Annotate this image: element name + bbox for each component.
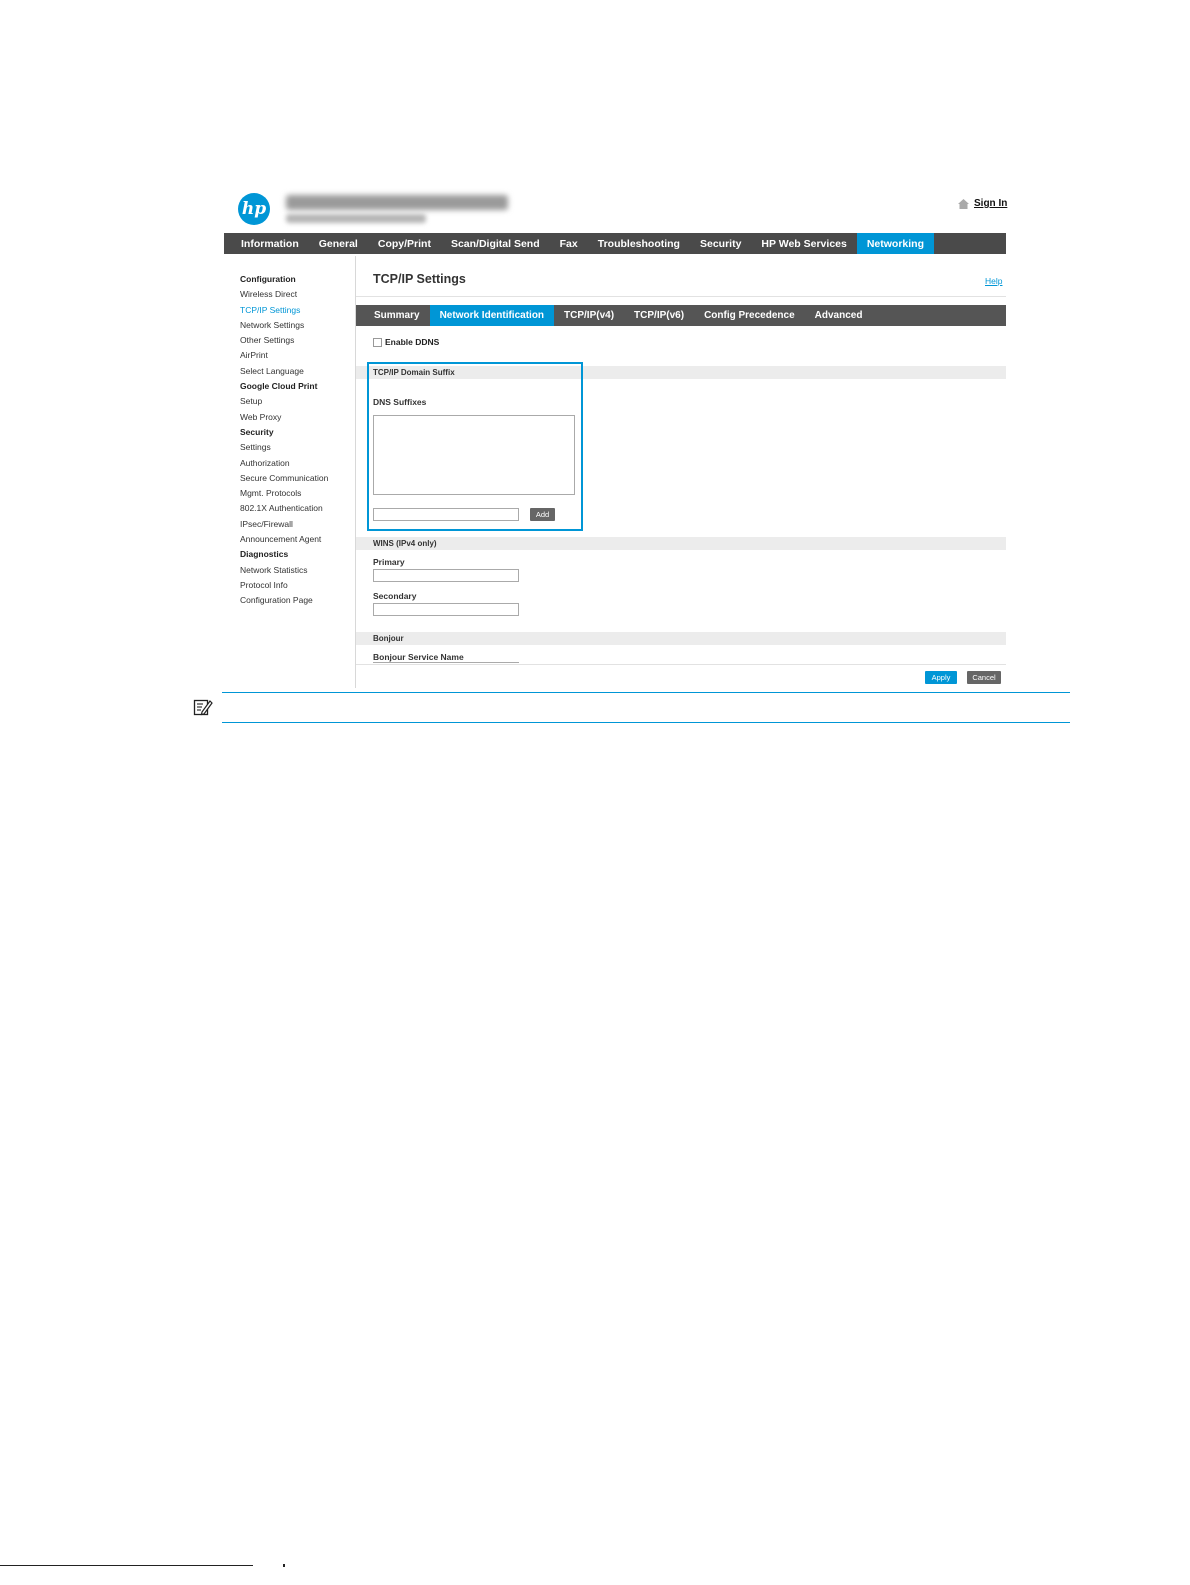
footer-rule [0,1565,253,1566]
sidebar-item-setup[interactable]: Setup [240,394,350,409]
secondary-input[interactable] [373,603,519,616]
tab-tcp-ip-v6[interactable]: TCP/IP(v6) [624,305,694,326]
sidebar-heading-google-cloud-print: Google Cloud Print [240,381,318,392]
sidebar-item-announcement-agent[interactable]: Announcement Agent [240,532,350,547]
top-nav: Information General Copy/Print Scan/Digital… [224,233,1006,254]
sidebar-item-network-settings[interactable]: Network Settings [240,318,350,333]
help-link[interactable]: Help [985,276,1002,286]
top-nav-scan-digital-send[interactable]: Scan/Digital Send [441,233,550,254]
sidebar-item-tcp-ip-settings[interactable]: TCP/IP Settings [240,303,350,318]
sidebar-heading-configuration: Configuration [240,274,296,284]
bonjour-section-title: Bonjour [373,634,404,643]
enable-ddns-checkbox[interactable] [373,337,382,347]
top-nav-information[interactable]: Information [224,233,309,254]
apply-button[interactable]: Apply [925,671,957,684]
sidebar-item-configuration-page[interactable]: Configuration Page [240,593,350,608]
sidebar-item-802-1x-authentication[interactable]: 802.1X Authentication [240,501,350,516]
title-divider [356,296,1006,297]
sidebar-item-ipsec-firewall[interactable]: IPsec/Firewall [240,517,350,532]
sidebar-item-airprint[interactable]: AirPrint [240,348,350,363]
sidebar-item-select-language[interactable]: Select Language [240,364,350,379]
content-bottom-divider [356,664,1006,665]
printer-name-blurred [286,195,508,210]
dns-suffixes-list[interactable] [373,415,575,495]
top-nav-fax[interactable]: Fax [550,233,588,254]
printer-address-blurred [286,214,426,223]
note-bottom-line [222,722,1070,723]
sidebar-item-secure-communication[interactable]: Secure Communication [240,471,350,486]
note-top-line [222,692,1070,693]
tab-summary[interactable]: Summary [356,305,430,326]
bonjour-service-name-label: Bonjour Service Name [373,652,464,662]
add-button[interactable]: Add [530,508,555,521]
sign-in-label[interactable]: Sign In [974,198,1007,209]
wins-section-title: WINS (IPv4 only) [373,539,437,548]
top-nav-general[interactable]: General [309,233,368,254]
top-nav-hp-web-services[interactable]: HP Web Services [751,233,856,254]
tab-advanced[interactable]: Advanced [805,305,873,326]
hp-logo: hp [238,193,270,225]
sidebar-item-wireless-direct[interactable]: Wireless Direct [240,287,350,302]
note-icon [193,699,213,716]
hp-logo-text: hp [241,199,267,219]
sidebar-item-web-proxy[interactable]: Web Proxy [240,410,350,425]
sidebar-item-settings[interactable]: Settings [240,440,350,455]
sidebar: Configuration Wireless Direct TCP/IP Setti… [240,272,350,609]
tab-tcp-ip-v4[interactable]: TCP/IP(v4) [554,305,624,326]
sidebar-heading-security: Security [240,426,274,437]
top-nav-troubleshooting[interactable]: Troubleshooting [588,233,690,254]
sidebar-item-protocol-info[interactable]: Protocol Info [240,578,350,593]
dns-suffixes-label: DNS Suffixes [373,397,427,407]
primary-input[interactable] [373,569,519,582]
sidebar-item-authorization[interactable]: Authorization [240,456,350,471]
top-nav-copy-print[interactable]: Copy/Print [368,233,441,254]
sidebar-item-other-settings[interactable]: Other Settings [240,333,350,348]
enable-ddns-label: Enable DDNS [385,337,440,347]
bonjour-section-bar [356,632,1006,645]
dns-suffix-input[interactable] [373,508,519,521]
home-icon [958,198,969,209]
top-nav-networking[interactable]: Networking [856,233,935,254]
primary-label: Primary [373,557,405,567]
settings-tabs: Summary Network Identification TCP/IP(v4) T… [356,305,1006,326]
sidebar-item-network-statistics[interactable]: Network Statistics [240,563,350,578]
tab-network-identification[interactable]: Network Identification [429,305,555,326]
secondary-label: Secondary [373,591,417,601]
cancel-button[interactable]: Cancel [967,671,1001,684]
sign-in-link[interactable]: Sign In [958,198,1007,209]
sidebar-item-mgmt-protocols[interactable]: Mgmt. Protocols [240,486,350,501]
wins-section-bar [356,537,1006,550]
top-nav-security[interactable]: Security [690,233,751,254]
enable-ddns-row[interactable]: Enable DDNS [373,337,439,347]
page-title: TCP/IP Settings [373,272,466,286]
tab-config-precedence[interactable]: Config Precedence [694,305,805,326]
sidebar-heading-diagnostics: Diagnostics [240,549,289,560]
footer-mark [283,1564,285,1567]
